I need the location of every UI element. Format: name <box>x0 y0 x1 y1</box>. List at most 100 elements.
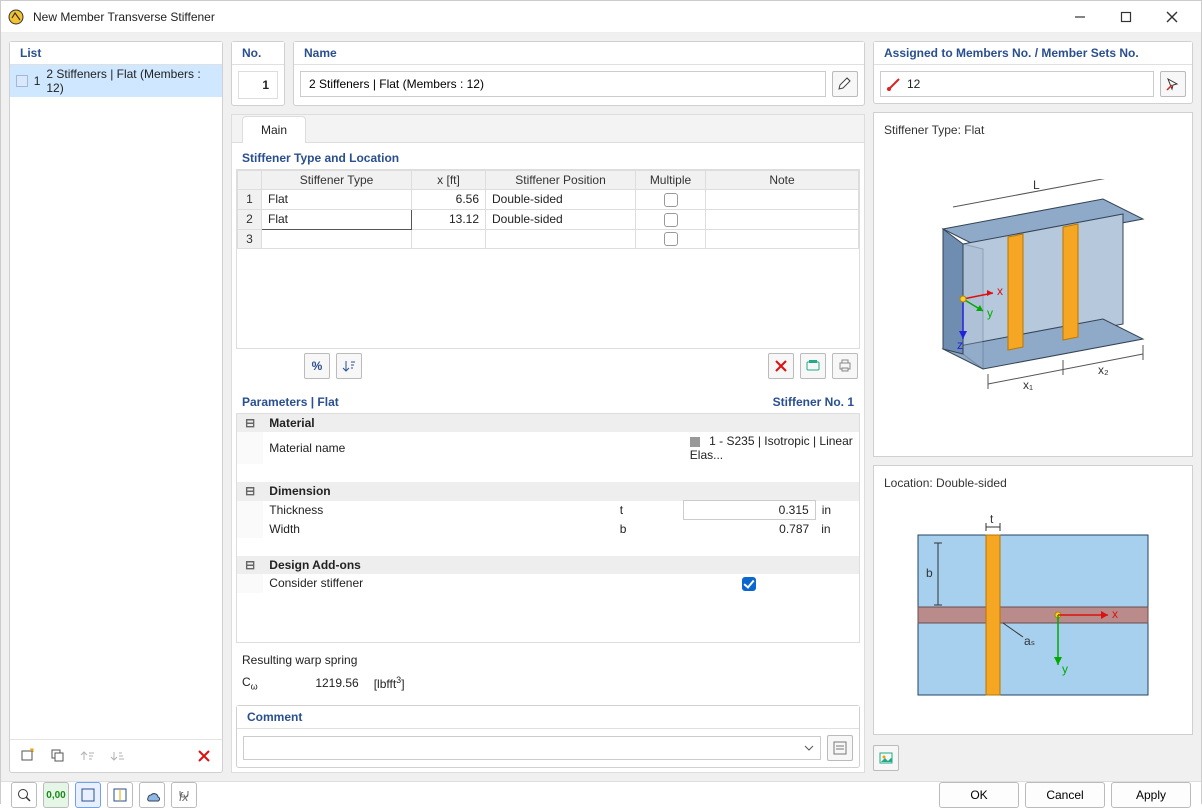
col-note[interactable]: Note <box>706 171 859 190</box>
material-color-icon <box>690 437 700 447</box>
cell-type[interactable] <box>262 229 412 249</box>
group-design: Design Add-ons <box>263 556 859 574</box>
minimize-button[interactable] <box>1057 1 1103 33</box>
view-mode-1-button[interactable] <box>75 782 101 808</box>
right-panel: Assigned to Members No. / Member Sets No… <box>873 41 1193 773</box>
svg-text:y: y <box>1062 662 1068 676</box>
tree-toggle[interactable]: ⊟ <box>237 556 263 574</box>
col-x[interactable]: x [ft] <box>412 171 486 190</box>
tree-toggle[interactable]: ⊟ <box>237 482 263 501</box>
copy-item-button[interactable] <box>46 744 70 768</box>
assign-legend: Assigned to Members No. / Member Sets No… <box>874 42 1192 65</box>
comment-pick-button[interactable] <box>827 735 853 761</box>
width-label: Width <box>263 520 613 539</box>
cell-type[interactable]: Flat <box>262 190 412 210</box>
cell-x[interactable]: 6.56 <box>412 190 486 210</box>
svg-text:x₂: x₂ <box>1098 363 1109 377</box>
cell-multiple[interactable] <box>636 209 706 229</box>
parameters-grid-wrap[interactable]: ⊟Material Material name 1 - S235 | Isotr… <box>236 413 860 643</box>
ok-button[interactable]: OK <box>939 782 1019 808</box>
window-title: New Member Transverse Stiffener <box>33 10 215 24</box>
table-row[interactable]: 1Flat6.56Double-sided <box>238 190 859 210</box>
list-item-index: 1 <box>34 74 41 88</box>
cell-position[interactable]: Double-sided <box>486 190 636 210</box>
material-name-value[interactable]: 1 - S235 | Isotropic | Linear Elas... <box>690 434 853 462</box>
col-type[interactable]: Stiffener Type <box>262 171 412 190</box>
cell-note[interactable] <box>706 190 859 210</box>
cell-type[interactable]: Flat <box>262 209 412 229</box>
name-legend: Name <box>294 42 864 65</box>
delete-item-button[interactable] <box>192 744 216 768</box>
list-item-icon <box>16 75 28 87</box>
list-item[interactable]: 1 2 Stiffeners | Flat (Members : 12) <box>10 65 222 97</box>
image-export-button[interactable] <box>873 745 899 771</box>
stiffener-grid-wrap[interactable]: Stiffener Type x [ft] Stiffener Position… <box>236 169 860 349</box>
col-multiple[interactable]: Multiple <box>636 171 706 190</box>
name-input[interactable] <box>300 71 826 97</box>
thickness-value[interactable]: 0.315 <box>684 501 815 520</box>
list-panel: List 1 2 Stiffeners | Flat (Members : 12… <box>9 41 223 773</box>
parameters-title: Parameters | Flat <box>242 395 339 409</box>
tree-toggle[interactable]: ⊟ <box>237 414 263 432</box>
comment-legend: Comment <box>237 706 859 729</box>
script-button[interactable]: fx <box>171 782 197 808</box>
table-row[interactable]: 3 <box>238 229 859 249</box>
tab-main[interactable]: Main <box>242 116 306 143</box>
no-box: No. 1 <box>231 41 285 106</box>
warp-symbol: Cω <box>242 675 258 691</box>
precision-button[interactable]: 0,00 <box>43 782 69 808</box>
cell-x[interactable] <box>412 229 486 249</box>
stiffener-grid-toolbar: % <box>236 349 860 383</box>
maximize-button[interactable] <box>1103 1 1149 33</box>
cell-multiple[interactable] <box>636 190 706 210</box>
assign-input[interactable]: 12 <box>880 71 1154 97</box>
sort-asc-button[interactable] <box>76 744 100 768</box>
view-mode-2-button[interactable] <box>107 782 133 808</box>
cancel-button-label: Cancel <box>1046 788 1083 802</box>
dialog-window: New Member Transverse Stiffener List 1 2… <box>0 0 1202 804</box>
thickness-label: Thickness <box>263 501 613 520</box>
inspect-button[interactable] <box>11 782 37 808</box>
stiffener-section: Stiffener Type and Location Stiffener Ty… <box>236 147 860 383</box>
pick-members-button[interactable] <box>1160 71 1186 97</box>
cell-position[interactable]: Double-sided <box>486 209 636 229</box>
svg-text:L: L <box>1033 179 1040 192</box>
close-button[interactable] <box>1149 1 1195 33</box>
list-content[interactable]: 1 2 Stiffeners | Flat (Members : 12) <box>10 65 222 739</box>
percent-button[interactable]: % <box>304 353 330 379</box>
tabstrip: Main <box>231 114 865 142</box>
no-value[interactable]: 1 <box>238 71 278 99</box>
width-value[interactable]: 0.787 <box>684 520 815 539</box>
cancel-button[interactable]: Cancel <box>1025 782 1105 808</box>
consider-checkbox[interactable] <box>742 577 756 591</box>
svg-text:x: x <box>997 284 1003 298</box>
warp-label: Resulting warp spring <box>236 651 860 669</box>
apply-button[interactable]: Apply <box>1111 782 1191 808</box>
col-pos[interactable]: Stiffener Position <box>486 171 636 190</box>
thickness-symbol: t <box>614 501 684 520</box>
cloud-button[interactable] <box>139 782 165 808</box>
assign-value: 12 <box>907 77 920 91</box>
new-item-button[interactable] <box>16 744 40 768</box>
svg-text:fx: fx <box>179 790 189 803</box>
cell-multiple[interactable] <box>636 229 706 249</box>
warp-section: Resulting warp spring Cω 1219.56 [lbfft3… <box>236 651 860 697</box>
cell-position[interactable] <box>486 229 636 249</box>
svg-text:t: t <box>990 515 994 526</box>
right-toolbar <box>873 743 1193 773</box>
export-button[interactable] <box>800 353 826 379</box>
svg-text:z: z <box>957 338 963 352</box>
warp-unit: [lbfft3] <box>374 675 405 691</box>
table-row[interactable]: 2Flat13.12Double-sided <box>238 209 859 229</box>
cell-note[interactable] <box>706 209 859 229</box>
cell-note[interactable] <box>706 229 859 249</box>
stiffener-section-title: Stiffener Type and Location <box>236 147 860 169</box>
delete-row-button[interactable] <box>768 353 794 379</box>
tab-main-content: Stiffener Type and Location Stiffener Ty… <box>231 142 865 773</box>
sort-button[interactable] <box>336 353 362 379</box>
comment-combo[interactable] <box>243 736 821 760</box>
edit-name-button[interactable] <box>832 71 858 97</box>
sort-desc-button[interactable] <box>106 744 130 768</box>
cell-x[interactable]: 13.12 <box>412 209 486 229</box>
print-button[interactable] <box>832 353 858 379</box>
